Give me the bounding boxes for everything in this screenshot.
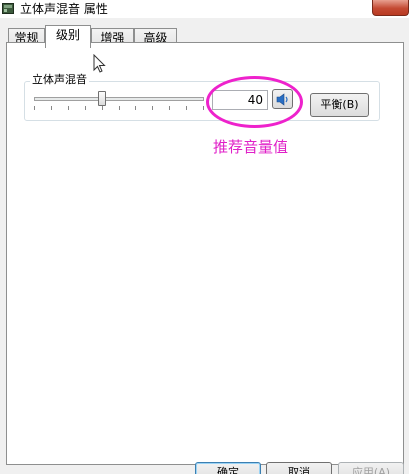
slider-tick <box>51 106 52 110</box>
volume-value-field[interactable]: 40 <box>212 90 268 110</box>
slider-tick <box>85 106 86 110</box>
mouse-cursor-icon <box>93 54 106 73</box>
window-close-button[interactable] <box>372 0 409 16</box>
slider-tick <box>34 106 35 110</box>
balance-button[interactable]: 平衡(B) <box>310 93 369 117</box>
slider-tick <box>203 106 204 110</box>
slider-tick <box>68 106 69 110</box>
slider-tick <box>135 106 136 110</box>
slider-tick <box>152 106 153 110</box>
cancel-button[interactable]: 取消 <box>266 462 332 474</box>
mute-button[interactable] <box>272 89 293 109</box>
stereo-mix-group-label: 立体声混音 <box>30 73 89 87</box>
slider-tick <box>102 106 103 110</box>
speaker-icon <box>276 93 288 106</box>
annotation-recommended-volume: 推荐音量值 <box>213 138 289 156</box>
sound-device-icon <box>2 3 14 14</box>
slider-tick <box>169 106 170 110</box>
apply-button[interactable]: 应用(A) <box>338 462 404 474</box>
volume-slider-track[interactable] <box>34 97 204 101</box>
title-bar: 立体声混音 属性 <box>0 0 409 18</box>
tab-levels[interactable]: 级别 <box>45 25 91 48</box>
slider-tick <box>186 106 187 110</box>
volume-slider-thumb[interactable] <box>98 91 106 106</box>
volume-slider-ticks <box>34 106 204 110</box>
window-title: 立体声混音 属性 <box>20 2 108 16</box>
ok-button[interactable]: 确定 <box>195 462 261 474</box>
slider-tick <box>119 106 120 110</box>
